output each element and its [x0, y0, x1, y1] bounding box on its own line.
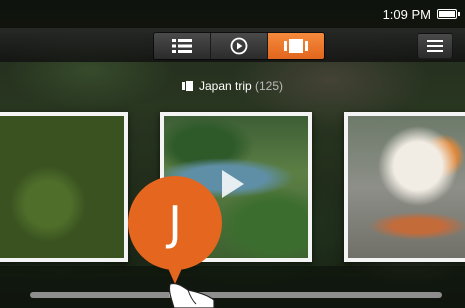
battery-icon [437, 9, 460, 19]
album-name: Japan trip [198, 79, 252, 93]
toolbar [0, 28, 465, 62]
filmstrip-view-button[interactable] [268, 33, 324, 59]
play-circle-icon [230, 37, 248, 55]
status-time: 1:09 PM [382, 7, 431, 22]
cat-photo [348, 116, 465, 258]
photo-thumbnail[interactable] [344, 112, 465, 262]
menu-button[interactable] [417, 33, 453, 59]
album-count: (125) [255, 79, 284, 93]
scrubber-track[interactable] [30, 292, 442, 298]
filmstrip-icon [284, 39, 308, 53]
scrubber-bar [0, 266, 465, 308]
finger-cursor-icon [168, 282, 215, 308]
index-bubble: J [128, 176, 222, 270]
status-bar: 1:09 PM [0, 0, 465, 28]
list-icon [172, 39, 192, 53]
video-play-icon [222, 170, 244, 198]
album-icon [181, 81, 193, 91]
list-view-button[interactable] [154, 33, 211, 59]
moss-ball-photo [0, 116, 124, 258]
view-switcher [153, 32, 325, 60]
album-title[interactable]: Japan trip (125) [0, 79, 465, 93]
hamburger-menu-icon [427, 40, 443, 52]
slideshow-button[interactable] [211, 33, 268, 59]
photo-thumbnail[interactable] [0, 112, 128, 262]
